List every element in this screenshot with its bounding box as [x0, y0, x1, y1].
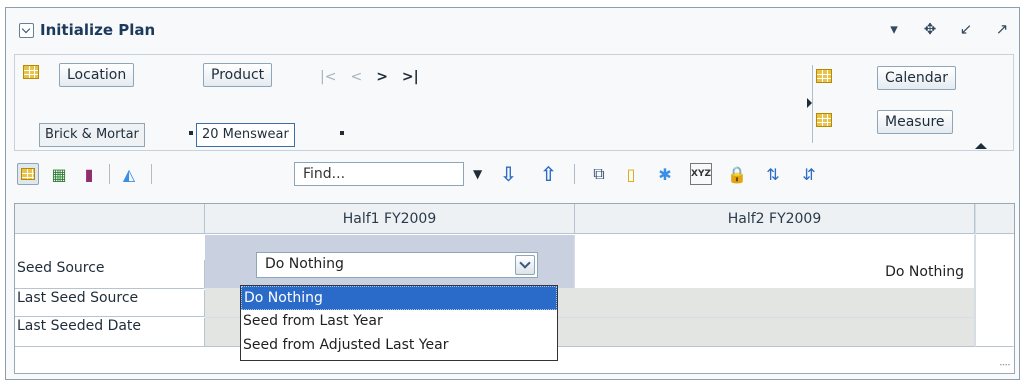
row-label-last-seed-source: Last Seed Source: [15, 290, 205, 317]
maximize-icon[interactable]: ↗: [993, 20, 1011, 38]
highlight-icon[interactable]: ✱: [654, 163, 676, 185]
toolbar: ▦ ▮ ◭ Find... ▼ ⇩ ⇧ ⧉ ▯ ✱ XYZ 🔒 ⇅ ⇵: [14, 154, 1014, 194]
calendar-dimension-button[interactable]: Calendar: [877, 66, 956, 90]
member-brick-mortar[interactable]: Brick & Mortar: [39, 123, 145, 147]
column-header-row: Half1 FY2009 Half2 FY2009: [15, 204, 1014, 234]
seed-source-options-list: Do Nothing Seed from Last Year Seed from…: [240, 285, 558, 361]
move-icon[interactable]: ✥: [921, 20, 939, 38]
ruler-icon[interactable]: ▯: [620, 163, 642, 185]
measure-dimension-button[interactable]: Measure: [877, 110, 953, 134]
resize-grip-icon[interactable]: ⠤⠤: [999, 359, 1011, 369]
pivot-splitter[interactable]: [812, 65, 813, 143]
option-seed-adjusted-last-year[interactable]: Seed from Adjusted Last Year: [241, 334, 557, 358]
find-next-icon[interactable]: ⇩: [500, 162, 517, 186]
seed-source-selected-value: Do Nothing: [265, 256, 344, 272]
pivot-area: Location Product |< < > >| Brick & Morta…: [14, 54, 1014, 151]
find-input[interactable]: Find...: [294, 162, 464, 186]
column-grid-icon[interactable]: [816, 69, 832, 83]
option-do-nothing[interactable]: Do Nothing: [241, 286, 557, 310]
column-header-half1[interactable]: Half1 FY2009: [205, 204, 575, 234]
scroll-up-icon[interactable]: [975, 143, 987, 149]
find-previous-icon[interactable]: ⇧: [540, 162, 557, 186]
seed-source-value: Do Nothing: [885, 264, 964, 280]
chart-table-icon[interactable]: ▦: [48, 163, 70, 185]
member-separator: [189, 131, 193, 135]
window-controls: ▾ ✥ ↙ ↗: [885, 20, 1011, 38]
product-dimension-button[interactable]: Product: [203, 63, 273, 87]
page-navigation: |< < > >|: [320, 69, 419, 85]
bar-chart-icon[interactable]: ▮: [78, 163, 100, 185]
first-page-icon[interactable]: |<: [320, 69, 336, 85]
cell-seed-source-half2[interactable]: Do Nothing: [575, 235, 975, 288]
row-label-last-seeded-date: Last Seeded Date: [15, 318, 205, 346]
option-seed-last-year[interactable]: Seed from Last Year: [241, 310, 557, 334]
member-separator: [340, 131, 344, 135]
location-dimension-button[interactable]: Location: [59, 63, 135, 87]
find-dropdown-icon[interactable]: ▼: [473, 167, 482, 181]
collapse-icon[interactable]: [19, 23, 34, 38]
row-label-seed-source: Seed Source: [15, 260, 205, 288]
last-page-icon[interactable]: >|: [402, 69, 419, 85]
splitter-arrow-icon[interactable]: [807, 98, 812, 108]
column-header-half2[interactable]: Half2 FY2009: [575, 204, 975, 234]
panel-title: Initialize Plan: [40, 21, 156, 39]
row-grid-icon[interactable]: [23, 65, 39, 79]
seed-source-select[interactable]: Do Nothing: [256, 252, 538, 278]
column-grid-icon[interactable]: [816, 113, 832, 127]
sort-ascending-icon[interactable]: ⇅: [762, 163, 784, 185]
dropdown-icon[interactable]: ▾: [885, 20, 903, 38]
minimize-icon[interactable]: ↙: [957, 20, 975, 38]
chevron-down-icon[interactable]: [515, 255, 535, 275]
previous-page-icon[interactable]: <: [350, 69, 362, 85]
area-chart-icon[interactable]: ◭: [118, 163, 140, 185]
export-icon[interactable]: ⧉: [588, 163, 610, 185]
member-20-menswear[interactable]: 20 Menswear: [196, 123, 295, 147]
lock-icon[interactable]: 🔒: [726, 163, 748, 185]
sort-descending-icon[interactable]: ⇵: [798, 163, 820, 185]
xyz-icon[interactable]: XYZ: [690, 163, 712, 185]
title-bar: Initialize Plan ▾ ✥ ↙ ↗: [6, 8, 1019, 44]
table-view-icon[interactable]: [17, 163, 39, 185]
next-page-icon[interactable]: >: [376, 69, 388, 85]
